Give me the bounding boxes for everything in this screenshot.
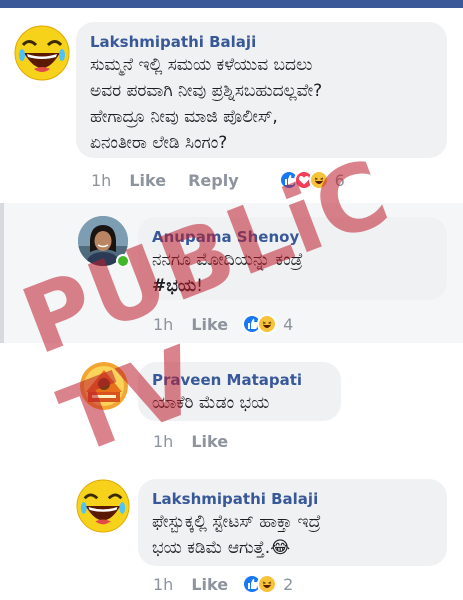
profile-badge-avatar[interactable] (80, 362, 128, 410)
comment-text-plain: ನನಗೂ ಮೋದಿಯನ್ನು ಕಂಡ್ರೆ (152, 250, 303, 270)
comment-actions: 1h Like 2 (153, 574, 293, 594)
hashtag-link[interactable]: #ಭಯ (152, 276, 196, 296)
like-link[interactable]: Like (191, 432, 228, 451)
comment-actions: 1h Like (153, 432, 250, 451)
timestamp[interactable]: 1h (153, 575, 173, 594)
top-bar (0, 0, 463, 8)
timestamp[interactable]: 1h (153, 432, 173, 451)
haha-reaction-icon (257, 574, 278, 594)
reaction-count: 4 (283, 314, 294, 334)
like-link[interactable]: Like (191, 315, 228, 334)
haha-reaction-icon (308, 170, 329, 190)
haha-reaction-icon (257, 314, 278, 334)
timestamp[interactable]: 1h (153, 315, 173, 334)
comment-bubble: Praveen Matapati ಯಾಕೆರಿ ಮೆಡಂ ಭಯ (138, 362, 341, 421)
author-name[interactable]: Lakshmipathi Balaji (152, 489, 433, 509)
comment-text: ಫೇಸ್ಬುಕ್ಕಲ್ಲಿ ಸ್ಟೇಟಸ್ ಹಾಕ್ತಾ ಇದ್ರೆ ಭಯ ಕಡ… (152, 512, 321, 558)
reply-link[interactable]: Reply (188, 171, 239, 190)
reply-thread-line (0, 203, 4, 343)
author-name[interactable]: Praveen Matapati (152, 370, 327, 390)
author-name[interactable]: Anupama Shenoy (152, 227, 433, 247)
comment-actions: 1h Like 4 (153, 314, 293, 334)
reactions[interactable]: 2 (242, 574, 293, 594)
like-link[interactable]: Like (129, 171, 166, 190)
laughing-emoji-avatar[interactable] (14, 25, 70, 81)
comment-text: ನನಗೂ ಮೋದಿಯನ್ನು ಕಂಡ್ರೆ #ಭಯ! (152, 247, 433, 299)
reaction-count: 6 (334, 170, 345, 190)
laughing-emoji-avatar[interactable] (76, 479, 130, 533)
comment-text-end: ! (196, 276, 203, 296)
reaction-count: 2 (283, 574, 294, 594)
author-name[interactable]: Lakshmipathi Balaji (90, 32, 433, 52)
comment-actions: 1h Like Reply 6 (91, 170, 345, 190)
reactions[interactable]: 4 (242, 314, 293, 334)
comment-bubble: Lakshmipathi Balaji ಸುಮ್ಮನೆ ಇಲ್ಲಿ ಸಮಯ ಕಳ… (76, 22, 447, 158)
online-status-icon (116, 254, 130, 268)
comment-bubble: Anupama Shenoy ನನಗೂ ಮೋದಿಯನ್ನು ಕಂಡ್ರೆ #ಭಯ! (138, 217, 447, 300)
comment-bubble: Lakshmipathi Balaji ಫೇಸ್ಬುಕ್ಕಲ್ಲಿ ಸ್ಟೇಟಸ… (138, 479, 447, 566)
like-link[interactable]: Like (191, 575, 228, 594)
comment-text: ಯಾಕೆರಿ ಮೆಡಂ ಭಯ (152, 393, 270, 413)
timestamp[interactable]: 1h (91, 171, 111, 190)
reactions[interactable]: 6 (278, 170, 345, 190)
comment-text: ಸುಮ್ಮನೆ ಇಲ್ಲಿ ಸಮಯ ಕಳೆಯುವ ಬದಲು ಅವರ ಪರವಾಗಿ… (90, 55, 323, 153)
